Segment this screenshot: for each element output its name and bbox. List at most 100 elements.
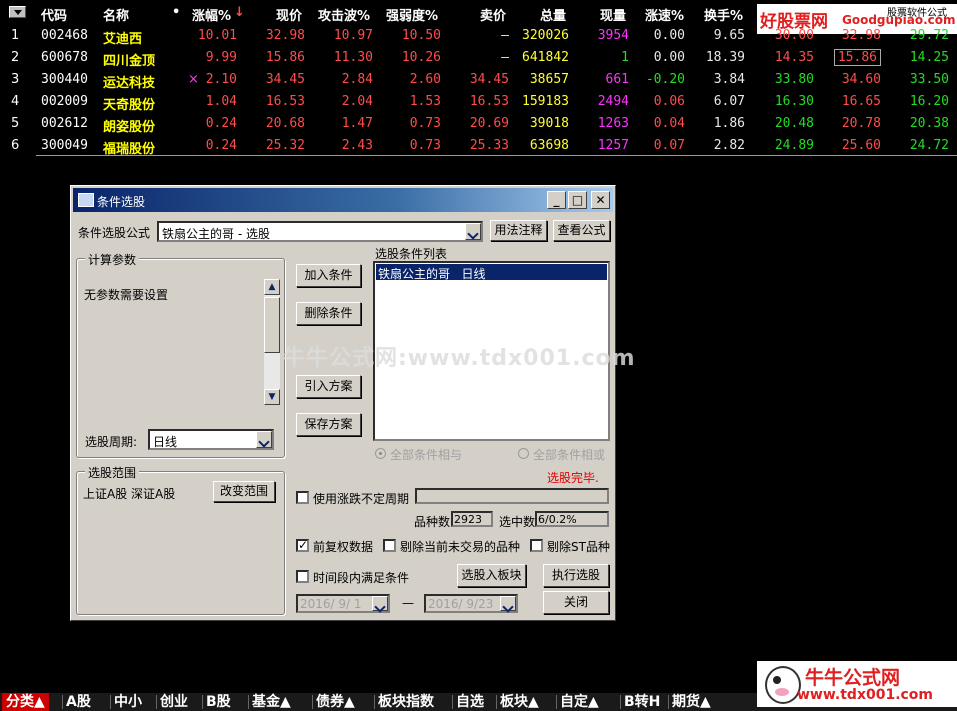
cell-code: 300440	[41, 72, 88, 87]
adjusted-data-checkbox[interactable]: ✓	[296, 538, 309, 552]
tab-7[interactable]: 板块指数	[378, 693, 434, 711]
cell-turn: 9.65	[713, 28, 745, 43]
delete-condition-button[interactable]: 删除条件	[296, 302, 361, 325]
tab-6[interactable]: 债券▲	[316, 693, 355, 711]
tab-0[interactable]: 分类▲	[2, 693, 49, 711]
tab-9[interactable]: 板块▲	[500, 693, 539, 711]
scroll-down-icon[interactable]: ▼	[264, 389, 280, 405]
header-volume[interactable]: 总量	[540, 5, 566, 24]
chevron-down-icon[interactable]	[500, 596, 516, 611]
scroll-up-icon[interactable]: ▲	[264, 279, 280, 295]
params-scrollbar[interactable]: ▲ ▼	[264, 279, 280, 405]
cell-name: 天奇股份	[103, 98, 156, 113]
cell-cur: 1	[621, 50, 629, 65]
cell-vol: 641842	[522, 50, 569, 65]
table-row[interactable]: 5 002612 朗姿股份 0.24 20.68 1.47 0.73 20.69 39018 12…	[0, 113, 957, 135]
tab-5[interactable]: 基金▲	[252, 693, 291, 711]
cell-turn: 2.82	[713, 138, 745, 153]
header-turnover[interactable]: 换手%	[704, 5, 743, 24]
tab-12[interactable]: 期货▲	[672, 693, 711, 711]
header-attack-wave[interactable]: 攻击波%	[318, 5, 370, 24]
to-block-button[interactable]: 选股入板块	[457, 564, 526, 587]
scroll-thumb[interactable]	[264, 297, 280, 353]
close-icon[interactable]: ✕	[591, 191, 610, 209]
change-range-button[interactable]: 改变范围	[213, 481, 275, 502]
condition-select-dialog: 条件选股 _ □ ✕ 条件选股公式 铁扇公主的哥 - 选股 用法注释 查看公式 …	[70, 185, 616, 621]
dialog-titlebar[interactable]: 条件选股 _ □ ✕	[73, 188, 613, 212]
exclude-st-checkbox[interactable]	[530, 539, 543, 552]
radio-or[interactable]	[518, 448, 529, 459]
date-from-field[interactable]: 2016/ 9/ 1	[296, 594, 390, 613]
cell-attack: 2.84	[341, 72, 373, 87]
cell-vol: 38657	[529, 72, 569, 87]
cell-turn: 6.07	[713, 94, 745, 109]
tab-2[interactable]: 中小	[114, 693, 142, 711]
cell-strength: 10.26	[401, 50, 441, 65]
header-code[interactable]: 代码	[41, 5, 67, 24]
cell-code: 002468	[41, 28, 88, 43]
time-range-checkbox[interactable]	[296, 570, 309, 583]
header-change-pct[interactable]: 涨幅%	[192, 5, 231, 24]
tab-8[interactable]: 自选	[456, 693, 484, 711]
maximize-icon[interactable]: □	[568, 191, 587, 209]
cell-c2: 32.98	[841, 28, 881, 43]
usage-notes-button[interactable]: 用法注释	[490, 220, 547, 241]
cell-idx: 1	[11, 28, 20, 43]
radio-and[interactable]	[375, 448, 386, 459]
tab-3[interactable]: 创业	[160, 693, 188, 711]
table-row[interactable]: 1 002468 艾迪西 10.01 32.98 10.97 10.50 — 320026 395…	[0, 25, 957, 47]
header-name[interactable]: 名称	[103, 5, 129, 24]
cell-c3: 16.20	[909, 94, 949, 109]
cell-mark: ×	[188, 72, 199, 87]
tab-4[interactable]: B股	[206, 693, 231, 711]
header-strength[interactable]: 强弱度%	[386, 5, 438, 24]
cell-strength: 0.73	[409, 116, 441, 131]
table-row[interactable]: 6 300049 福瑞股份 0.24 25.32 2.43 0.73 25.33 63698 12…	[0, 135, 957, 157]
header-ask[interactable]: 卖价	[480, 5, 506, 24]
view-formula-button[interactable]: 查看公式	[553, 220, 610, 241]
cell-chg: 9.99	[205, 50, 237, 65]
import-plan-button[interactable]: 引入方案	[296, 375, 361, 398]
header-speed[interactable]: 涨速%	[645, 5, 684, 24]
period-select[interactable]: 日线	[148, 429, 274, 450]
tdx001-logo: 牛牛公式网 www.tdx001.com	[757, 661, 957, 707]
formula-select[interactable]: 铁扇公主的哥 - 选股	[157, 221, 483, 242]
header-price[interactable]: 现价	[276, 5, 302, 24]
header-cur-volume[interactable]: 现量	[600, 5, 626, 24]
table-row[interactable]: 2 600678 四川金顶 9.99 15.86 11.30 10.26 — 641842 1 0.…	[0, 47, 957, 69]
cow-icon	[765, 666, 801, 704]
chevron-down-icon[interactable]	[256, 431, 272, 448]
table-row[interactable]: 4 002009 天奇股份 1.04 16.53 2.04 1.53 16.53 159183 2…	[0, 91, 957, 113]
date-to-field[interactable]: 2016/ 9/23	[424, 594, 518, 613]
column-menu-button[interactable]	[9, 6, 26, 18]
cell-code: 300049	[41, 138, 88, 153]
cell-c1: 20.48	[774, 116, 814, 131]
tab-11[interactable]: B转H	[624, 693, 660, 711]
header-dot: •	[172, 5, 181, 20]
tab-divider	[668, 695, 669, 709]
save-plan-button[interactable]: 保存方案	[296, 413, 361, 436]
range-group: 选股范围 上证A股 深证A股 改变范围	[76, 464, 285, 615]
chevron-down-icon[interactable]	[372, 596, 388, 611]
tab-divider	[156, 695, 157, 709]
execute-button[interactable]: 执行选股	[543, 564, 609, 587]
use-cycle-checkbox[interactable]	[296, 491, 309, 504]
cell-cur: 1263	[597, 116, 629, 131]
list-item[interactable]: 铁扇公主的哥 日线	[376, 264, 607, 281]
tab-10[interactable]: 自定▲	[560, 693, 599, 711]
selected-field: 6/0.2%	[535, 511, 609, 527]
exclude-untraded-checkbox[interactable]	[383, 539, 396, 552]
cell-c2: 20.78	[841, 116, 881, 131]
radio-or-label: 全部条件相或	[533, 448, 606, 462]
tab-divider	[620, 695, 621, 709]
calc-params-title: 计算参数	[85, 251, 140, 268]
table-row[interactable]: 3 300440 运达科技 × 2.10 34.45 2.84 2.60 34.45 38657 6…	[0, 69, 957, 91]
minimize-icon[interactable]: _	[547, 191, 566, 209]
add-condition-button[interactable]: 加入条件	[296, 264, 361, 287]
chevron-down-icon[interactable]	[465, 223, 481, 240]
close-button[interactable]: 关闭	[543, 591, 609, 614]
tab-1[interactable]: A股	[66, 693, 91, 711]
cell-cur: 3954	[597, 28, 629, 43]
cell-name: 朗姿股份	[103, 120, 156, 135]
selected-label: 选中数	[499, 515, 536, 529]
